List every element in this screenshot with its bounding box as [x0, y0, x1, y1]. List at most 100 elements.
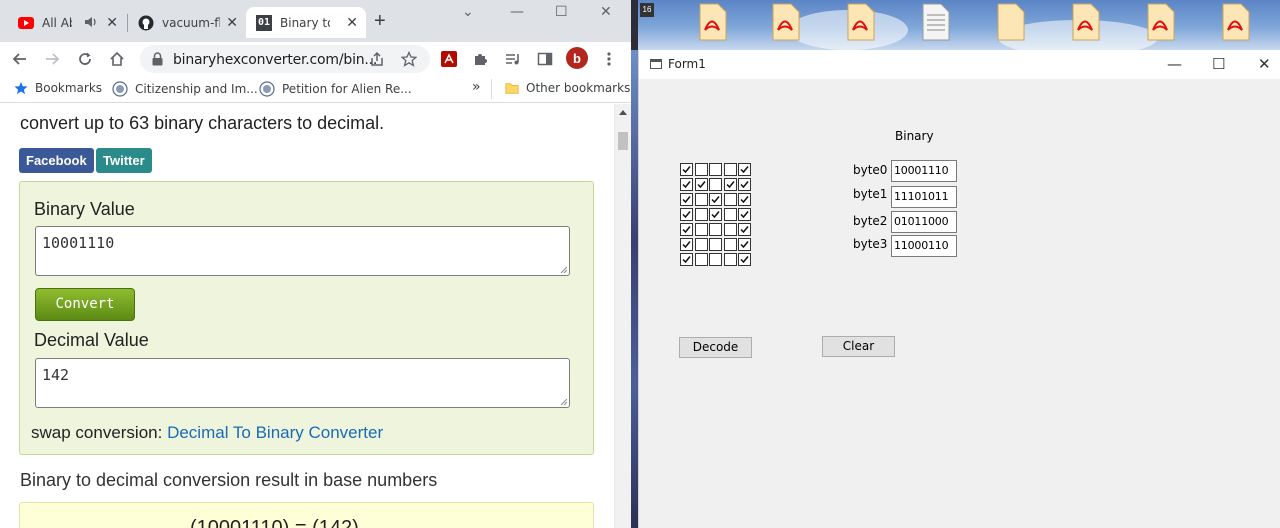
bit-checkbox[interactable]: [709, 253, 722, 266]
bookmark-bookmarks[interactable]: Bookmarks: [14, 81, 102, 95]
binary-value-input[interactable]: 10001110: [35, 226, 570, 276]
bit-checkbox[interactable]: [694, 208, 708, 221]
bookmark-citizenship[interactable]: Citizenship and Im...: [112, 81, 258, 97]
bit-checkbox[interactable]: [738, 163, 751, 176]
byte0-input[interactable]: 10001110: [891, 160, 957, 182]
bit-checkbox[interactable]: [738, 253, 751, 266]
tab-youtube[interactable]: All Ab ✕: [8, 7, 126, 38]
pdf-file-icon[interactable]: [698, 3, 728, 41]
bit-checkbox[interactable]: [723, 238, 737, 251]
bit-checkbox[interactable]: [723, 193, 737, 206]
scroll-thumb[interactable]: [618, 132, 628, 150]
bit-checkbox[interactable]: [723, 178, 737, 191]
tab-binary-converter[interactable]: 01 Binary to ✕: [246, 7, 366, 38]
bit-checkbox[interactable]: [723, 163, 737, 176]
convert-button[interactable]: Convert: [35, 288, 135, 321]
pdf-file-icon[interactable]: [771, 3, 801, 41]
share-icon[interactable]: [366, 48, 388, 70]
close-window-icon[interactable]: ✕: [600, 4, 612, 20]
byte3-input[interactable]: 11000110: [891, 235, 957, 257]
bit-checkbox[interactable]: [709, 238, 722, 251]
new-tab-icon[interactable]: +: [374, 11, 386, 31]
resize-grip-icon[interactable]: [559, 265, 567, 273]
pdf-file-icon[interactable]: [1071, 3, 1101, 41]
bit-checkbox[interactable]: [680, 193, 693, 206]
bit-checkbox[interactable]: [709, 193, 722, 206]
form-minimize-icon[interactable]: —: [1167, 55, 1182, 73]
forward-icon[interactable]: [41, 48, 63, 70]
close-tab-icon[interactable]: ✕: [346, 15, 358, 29]
form-close-icon[interactable]: ✕: [1258, 55, 1271, 73]
twitter-share-button[interactable]: Twitter: [96, 148, 152, 173]
form-window-icon: [650, 59, 662, 69]
bit-checkbox[interactable]: [694, 178, 708, 191]
bit-checkbox[interactable]: [709, 163, 722, 176]
bookmark-label: Citizenship and Im...: [135, 82, 258, 96]
page-scrollbar[interactable]: [614, 104, 631, 528]
side-panel-icon[interactable]: [534, 48, 556, 70]
byte1-input[interactable]: 11101011: [891, 186, 957, 208]
pdf-file-icon[interactable]: [846, 3, 876, 41]
bit-checkbox[interactable]: [694, 253, 708, 266]
bit-checkbox[interactable]: [723, 223, 737, 236]
scroll-up-arrow-icon[interactable]: [619, 110, 627, 115]
folder-file-icon[interactable]: [996, 3, 1026, 41]
pdf-file-icon[interactable]: [1146, 3, 1176, 41]
bit-checkbox[interactable]: [723, 253, 737, 266]
bit-checkbox[interactable]: [709, 223, 722, 236]
bookmarks-overflow-chevron-icon[interactable]: »: [472, 79, 481, 95]
extensions-puzzle-icon[interactable]: [470, 48, 492, 70]
lock-icon[interactable]: [152, 52, 163, 71]
bookmark-star-icon[interactable]: [398, 48, 420, 70]
github-icon: [138, 15, 154, 31]
bit-checkbox[interactable]: [694, 163, 708, 176]
bookmark-other-bookmarks[interactable]: Other bookmarks: [505, 81, 630, 95]
checkmark-icon: [740, 181, 749, 189]
close-tab-icon[interactable]: ✕: [106, 15, 118, 29]
maximize-icon[interactable]: ☐: [555, 4, 568, 20]
bookmark-label: Bookmarks: [35, 81, 103, 95]
bookmark-petition[interactable]: Petition for Alien Re...: [259, 81, 412, 97]
reload-icon[interactable]: [74, 48, 96, 70]
bit-checkbox[interactable]: [709, 178, 722, 191]
bit-checkbox[interactable]: [738, 208, 751, 221]
close-tab-icon[interactable]: ✕: [226, 15, 238, 29]
pdf-file-icon[interactable]: [1221, 3, 1251, 41]
bit-checkbox[interactable]: [694, 223, 708, 236]
bit-checkbox[interactable]: [680, 253, 693, 266]
bit-checkbox[interactable]: [738, 238, 751, 251]
decimal-value-output[interactable]: 142: [35, 358, 570, 408]
decode-button[interactable]: Decode: [679, 337, 752, 358]
bit-checkbox[interactable]: [694, 238, 708, 251]
facebook-share-button[interactable]: Facebook: [19, 148, 94, 173]
bit-checkbox[interactable]: [680, 238, 693, 251]
document-file-icon[interactable]: [921, 3, 951, 41]
acrobat-extension-icon[interactable]: [438, 48, 460, 70]
minimize-icon[interactable]: —: [510, 4, 524, 20]
clear-button[interactable]: Clear: [822, 336, 895, 357]
menu-kebab-icon[interactable]: [598, 48, 620, 70]
bit-checkbox[interactable]: [680, 208, 693, 221]
bit-checkbox[interactable]: [680, 223, 693, 236]
speaker-icon[interactable]: [84, 15, 98, 32]
bit-checkbox[interactable]: [738, 178, 751, 191]
decimal-to-binary-link[interactable]: Decimal To Binary Converter: [167, 423, 383, 442]
byte2-input[interactable]: 01011000: [891, 211, 957, 233]
bit-checkbox[interactable]: [738, 223, 751, 236]
tab-search-icon[interactable]: ⌄: [462, 4, 474, 20]
bit-checkbox[interactable]: [738, 193, 751, 206]
bit-checkbox[interactable]: [723, 208, 737, 221]
home-icon[interactable]: [106, 48, 128, 70]
bit-checkbox[interactable]: [680, 178, 693, 191]
form-maximize-icon[interactable]: ☐: [1212, 55, 1225, 73]
bit-checkbox[interactable]: [709, 208, 722, 221]
bit-checkbox[interactable]: [694, 193, 708, 206]
bit-checkbox[interactable]: [680, 163, 693, 176]
media-controls-icon[interactable]: [502, 48, 524, 70]
desktop-icon-badge: 16: [640, 3, 654, 17]
tab-github[interactable]: vacuum-fl ✕: [128, 7, 246, 38]
resize-grip-icon[interactable]: [559, 397, 567, 405]
desktop-background: 16: [638, 0, 1280, 50]
profile-avatar[interactable]: b: [566, 47, 588, 69]
back-icon[interactable]: [9, 48, 31, 70]
